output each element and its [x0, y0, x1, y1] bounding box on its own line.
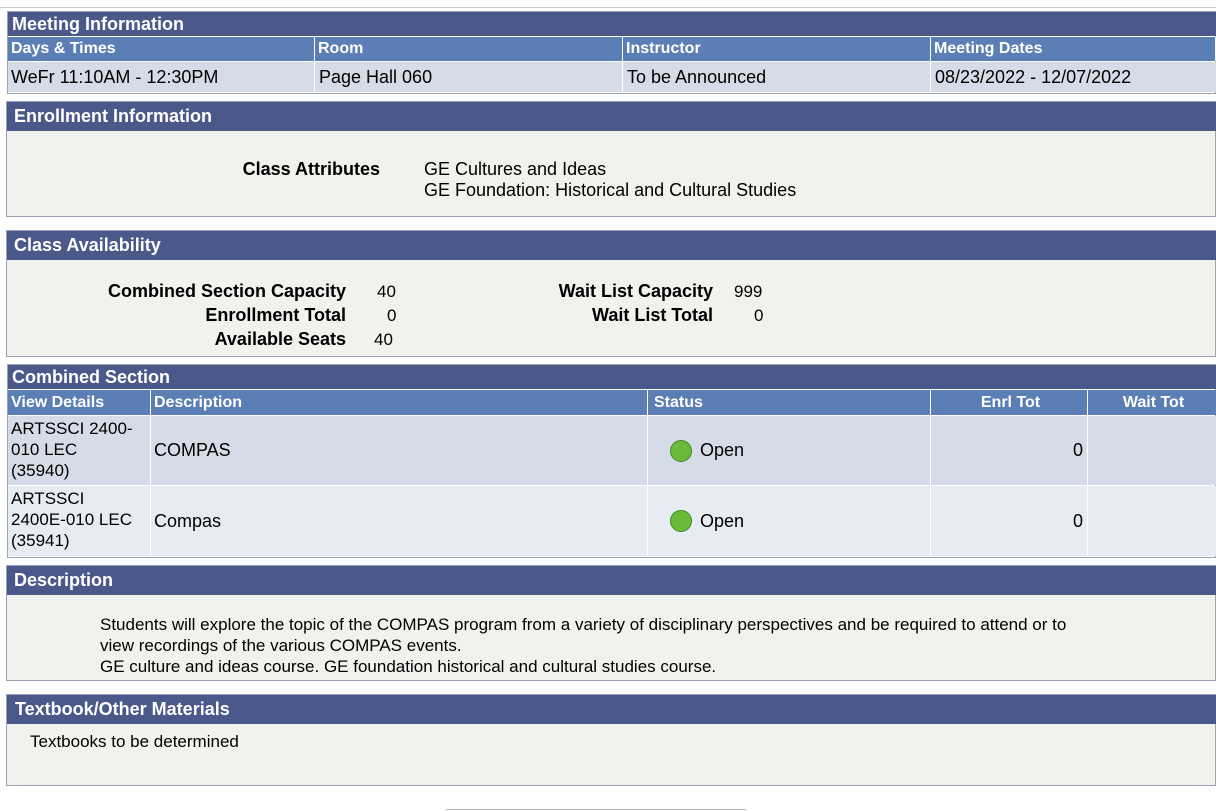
details-line: (35940) — [11, 461, 70, 480]
description-line: view recordings of the various COMPAS ev… — [100, 636, 462, 655]
combined-section-header: Combined Section — [8, 365, 1216, 389]
available-seats-value: 40 — [374, 330, 393, 349]
textbook-text: Textbooks to be determined — [30, 732, 239, 751]
availability-header: Class Availability — [7, 231, 1216, 260]
col-view-details: View Details — [8, 390, 151, 415]
combined-capacity-value: 40 — [377, 282, 396, 301]
details-line: 010 LEC — [11, 440, 78, 459]
waitlist-capacity-label: Wait List Capacity — [558, 281, 713, 301]
col-status: Status — [648, 390, 931, 415]
cell-meeting-dates: 08/23/2022 - 12/07/2022 — [935, 66, 1132, 87]
waitlist-total-value: 0 — [754, 306, 764, 325]
meeting-row: WeFr 11:10AM - 12:30PM Page Hall 060 To … — [8, 62, 1216, 92]
enrollment-header: Enrollment Information — [7, 102, 1216, 131]
cell-room: Page Hall 060 — [315, 62, 623, 92]
col-instructor: Instructor — [623, 37, 931, 61]
cell-days-times: WeFr 11:10AM - 12:30PM — [8, 62, 315, 92]
table-row: ARTSSCI 2400- 010 LEC (35940) COMPAS Ope… — [8, 416, 1216, 485]
class-attribute-1: GE Cultures and Ideas — [424, 159, 607, 179]
row-description: COMPAS — [151, 416, 648, 485]
textbook-header: Textbook/Other Materials — [7, 695, 1216, 724]
status-label: Open — [700, 440, 745, 460]
combined-capacity-label: Combined Section Capacity — [107, 281, 346, 301]
status-open-icon — [670, 439, 692, 462]
row-details[interactable]: ARTSSCI 2400- 010 LEC (35940) — [8, 416, 151, 485]
status-open-icon — [670, 510, 692, 532]
row-enrl-tot: 0 — [931, 416, 1088, 485]
details-line: 2400E-010 LEC — [11, 510, 132, 529]
col-wait-tot: Wait Tot — [1088, 390, 1216, 415]
description-text: Students will explore the topic of the C… — [100, 614, 1180, 677]
row-wait-tot — [1088, 416, 1216, 485]
page-top-border — [0, 0, 1216, 8]
details-line: ARTSSCI 2400- — [11, 419, 133, 438]
row-enrl-tot: 0 — [931, 486, 1088, 556]
available-seats-label: Available Seats — [214, 329, 346, 349]
description-line: GE culture and ideas course. GE foundati… — [100, 657, 717, 676]
cell-instructor: To be Announced — [623, 62, 931, 92]
row-status: Open — [648, 416, 931, 485]
row-wait-tot — [1088, 486, 1216, 556]
waitlist-total-label: Wait List Total — [592, 305, 713, 325]
description-header: Description — [7, 566, 1216, 595]
class-attributes-label: Class Attributes — [242, 159, 380, 179]
row-status: Open — [648, 486, 931, 556]
row-details[interactable]: ARTSSCI 2400E-010 LEC (35941) — [8, 486, 151, 556]
col-enrl-tot: Enrl Tot — [931, 390, 1088, 415]
details-line: (35941) — [11, 531, 70, 550]
details-line: ARTSSCI — [11, 489, 85, 508]
meeting-info-header: Meeting Information — [8, 12, 1216, 36]
status-label: Open — [700, 510, 745, 531]
row-description: Compas — [151, 486, 648, 556]
enrollment-total-value: 0 — [387, 306, 397, 325]
col-days-times: Days & Times — [8, 37, 315, 61]
description-line: Students will explore the topic of the C… — [100, 615, 1067, 634]
table-row: ARTSSCI 2400E-010 LEC (35941) Compas Ope… — [8, 486, 1216, 556]
waitlist-capacity-value: 999 — [734, 282, 763, 301]
class-attribute-2: GE Foundation: Historical and Cultural S… — [424, 180, 797, 200]
col-room: Room — [315, 37, 623, 61]
enrollment-total-label: Enrollment Total — [205, 305, 346, 325]
col-meeting-dates: Meeting Dates — [931, 37, 1216, 61]
bottom-divider — [446, 809, 746, 810]
col-description: Description — [151, 390, 648, 415]
